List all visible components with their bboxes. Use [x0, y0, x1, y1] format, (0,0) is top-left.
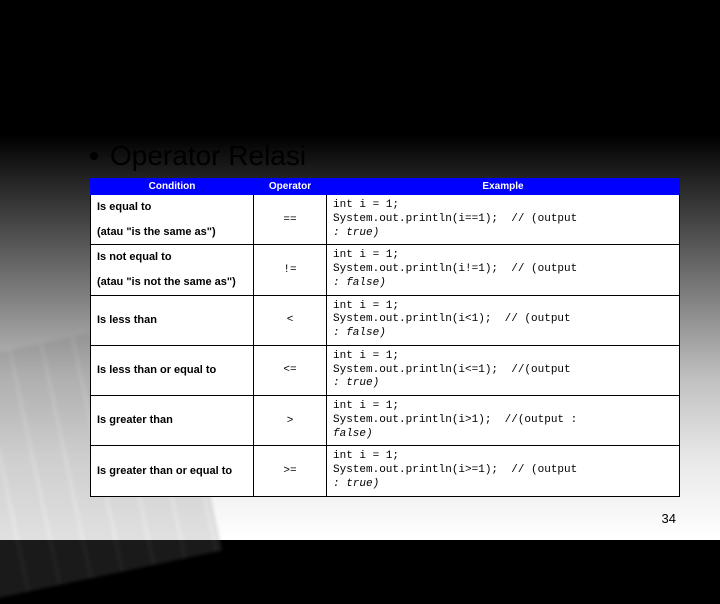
header-example: Example	[327, 179, 680, 195]
code-line: : false)	[333, 327, 386, 339]
table-row: Is greater than > int i = 1; System.out.…	[91, 396, 680, 446]
table-row: Is less than < int i = 1; System.out.pri…	[91, 295, 680, 345]
header-condition: Condition	[91, 179, 254, 195]
condition-text: Is less than	[97, 312, 247, 329]
condition-subtext: (atau "is not the same as")	[97, 274, 247, 291]
condition-text: Is not equal to	[97, 249, 247, 266]
code-line: System.out.println(i!=1); // (output	[333, 263, 577, 275]
code-line: int i = 1;	[333, 199, 399, 211]
cell-condition: Is not equal to (atau "is not the same a…	[91, 245, 254, 295]
cell-condition: Is less than or equal to	[91, 345, 254, 395]
code-line: : true)	[333, 478, 379, 490]
table-row: Is not equal to (atau "is not the same a…	[91, 245, 680, 295]
cell-operator: <	[254, 295, 327, 345]
cell-operator: <=	[254, 345, 327, 395]
cell-operator: !=	[254, 245, 327, 295]
cell-example: int i = 1; System.out.println(i<1); // (…	[327, 295, 680, 345]
code-line: int i = 1;	[333, 450, 399, 462]
condition-text: Is greater than	[97, 412, 247, 429]
code-line: int i = 1;	[333, 249, 399, 261]
cell-example: int i = 1; System.out.println(i!=1); // …	[327, 245, 680, 295]
cell-example: int i = 1; System.out.println(i>=1); // …	[327, 446, 680, 496]
cell-condition: Is less than	[91, 295, 254, 345]
header-operator: Operator	[254, 179, 327, 195]
cell-operator: >	[254, 396, 327, 446]
cell-condition: Is greater than or equal to	[91, 446, 254, 496]
code-line: System.out.println(i>1); //(output :	[333, 414, 577, 426]
condition-text: Is less than or equal to	[97, 362, 247, 379]
code-line: int i = 1;	[333, 350, 399, 362]
code-line: System.out.println(i==1); // (output	[333, 213, 577, 225]
cell-operator: ==	[254, 195, 327, 245]
code-line: : true)	[333, 377, 379, 389]
condition-text: Is equal to	[97, 199, 247, 216]
condition-subtext: (atau "is the same as")	[97, 224, 247, 241]
cell-example: int i = 1; System.out.println(i<=1); //(…	[327, 345, 680, 395]
table-row: Is less than or equal to <= int i = 1; S…	[91, 345, 680, 395]
cell-condition: Is greater than	[91, 396, 254, 446]
code-line: : false)	[333, 277, 386, 289]
cell-operator: >=	[254, 446, 327, 496]
code-line: System.out.println(i<=1); //(output	[333, 364, 571, 376]
operator-table: Condition Operator Example Is equal to (…	[90, 178, 680, 497]
slide-number: 34	[662, 511, 676, 526]
code-line: System.out.println(i<1); // (output	[333, 313, 571, 325]
condition-text: Is greater than or equal to	[97, 463, 247, 480]
code-line: int i = 1;	[333, 300, 399, 312]
cell-condition: Is equal to (atau "is the same as")	[91, 195, 254, 245]
code-line: false)	[333, 428, 373, 440]
title-row: Operator Relasi	[90, 140, 680, 172]
code-line: int i = 1;	[333, 400, 399, 412]
table-row: Is greater than or equal to >= int i = 1…	[91, 446, 680, 496]
code-line: System.out.println(i>=1); // (output	[333, 464, 577, 476]
table-row: Is equal to (atau "is the same as") == i…	[91, 195, 680, 245]
cell-example: int i = 1; System.out.println(i>1); //(o…	[327, 396, 680, 446]
bullet-icon	[90, 152, 98, 160]
slide-content: Operator Relasi Condition Operator Examp…	[90, 140, 680, 497]
slide-title: Operator Relasi	[110, 140, 306, 172]
code-line: : true)	[333, 227, 379, 239]
cell-example: int i = 1; System.out.println(i==1); // …	[327, 195, 680, 245]
